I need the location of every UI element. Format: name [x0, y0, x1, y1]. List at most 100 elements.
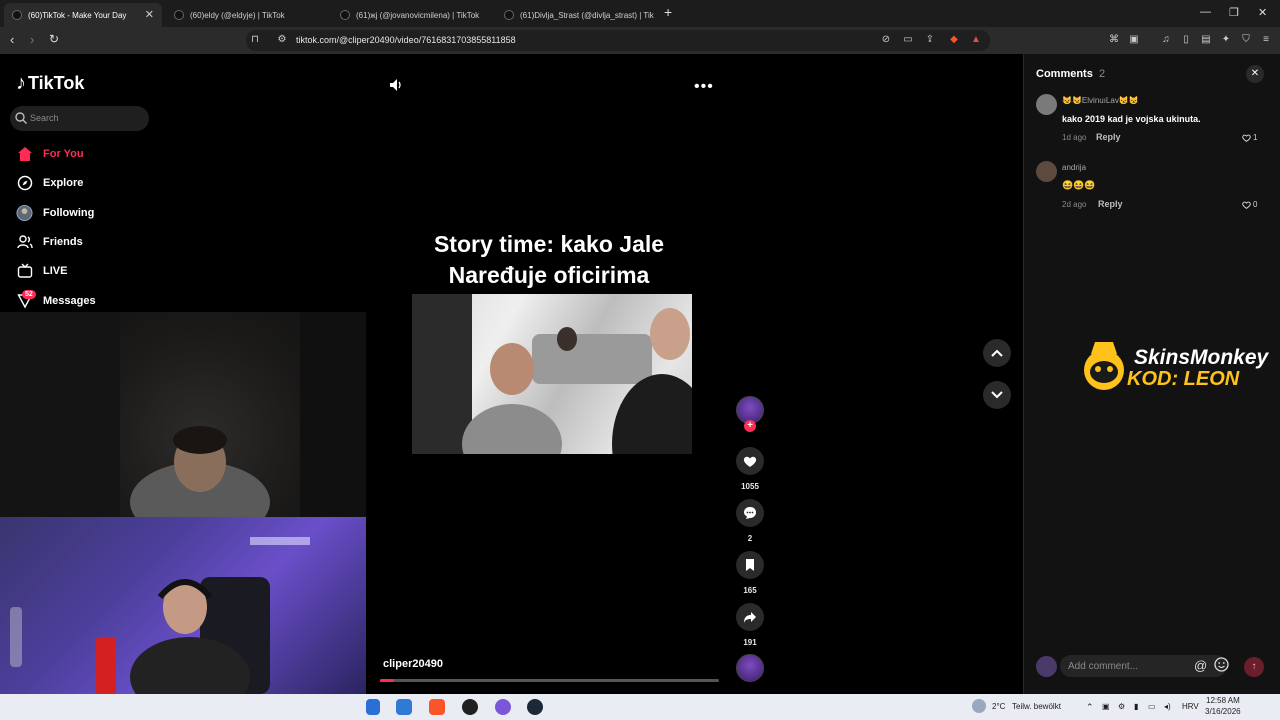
search-box[interactable]: Search: [10, 106, 149, 131]
tab-label: (61)жj (@jovanovicmilena) | TikTok: [356, 10, 480, 20]
forward-icon[interactable]: ›: [30, 32, 34, 47]
emoji-icon[interactable]: [1214, 657, 1229, 677]
reply-button[interactable]: Reply: [1098, 199, 1123, 209]
brave-icon[interactable]: [429, 699, 445, 715]
bookmark-icon[interactable]: ⊓: [249, 34, 261, 46]
sidebar-icon[interactable]: ▯: [1180, 34, 1192, 46]
heart-icon: [743, 456, 757, 467]
steam-icon[interactable]: [527, 699, 543, 715]
tiktok-favicon-icon: [174, 10, 184, 20]
obs-icon[interactable]: [462, 699, 478, 715]
like-button[interactable]: [736, 447, 764, 475]
previous-video-button[interactable]: [983, 339, 1011, 367]
tab-label: (61)Divlja_Strast (@divlja_strast) | Tik: [520, 10, 654, 20]
comment-avatar[interactable]: [1036, 161, 1057, 182]
clock-date[interactable]: 3/16/2026: [1205, 707, 1241, 716]
home-icon: [16, 146, 33, 163]
nav-live[interactable]: LIVE: [16, 262, 67, 280]
tray-app-icon[interactable]: ▣: [1102, 702, 1110, 711]
tray-chevron-icon[interactable]: ⌃: [1086, 702, 1094, 713]
reload-icon[interactable]: ↻: [49, 32, 59, 46]
brave-shield-icon[interactable]: ◆: [948, 34, 960, 46]
tab-eldy[interactable]: (60)eldy (@eldyje) | TikTok: [166, 3, 328, 27]
friends-icon: [16, 234, 33, 251]
no-tracking-icon[interactable]: ⊘: [880, 34, 892, 46]
reply-button[interactable]: Reply: [1096, 132, 1121, 142]
weather-icon[interactable]: [972, 699, 986, 713]
comment-username[interactable]: andrija: [1062, 163, 1086, 172]
close-comments-icon[interactable]: ✕: [1246, 65, 1264, 83]
menu-icon[interactable]: ≡: [1260, 34, 1272, 46]
nav-explore[interactable]: Explore: [16, 174, 83, 192]
chevron-down-icon: [991, 391, 1003, 399]
nav-for-you[interactable]: For You: [16, 145, 84, 163]
minimize-icon[interactable]: —: [1200, 6, 1211, 18]
vpn-icon[interactable]: ⛉: [1240, 34, 1252, 46]
volume-icon[interactable]: [389, 78, 403, 97]
close-window-icon[interactable]: ✕: [1258, 6, 1267, 19]
follow-plus-icon[interactable]: +: [744, 420, 756, 432]
volume-tray-icon[interactable]: ◂): [1164, 702, 1171, 711]
tiktok-favicon-icon: [504, 10, 514, 20]
nav-friends[interactable]: Friends: [16, 233, 83, 251]
back-icon[interactable]: ‹: [10, 32, 14, 47]
wallet-icon[interactable]: ▤: [1200, 34, 1212, 46]
screenshot-icon[interactable]: ▣: [1128, 34, 1140, 46]
mention-button[interactable]: @: [1194, 658, 1207, 673]
heart-outline-icon: [1242, 134, 1251, 142]
extensions-icon[interactable]: ⌘: [1108, 34, 1120, 46]
restore-icon[interactable]: ❐: [1229, 6, 1239, 19]
tray-app-icon[interactable]: ⚙: [1118, 702, 1125, 711]
comment-like[interactable]: 0: [1242, 200, 1257, 209]
comment-avatar[interactable]: [1036, 94, 1057, 115]
language-indicator[interactable]: HRV: [1182, 702, 1199, 711]
outlook-icon[interactable]: [396, 699, 412, 715]
sound-disc-avatar[interactable]: [736, 654, 764, 682]
weather-desc[interactable]: Teilw. bewölkt: [1012, 702, 1061, 711]
tiktok-favicon-icon: [340, 10, 350, 20]
video-frame[interactable]: [412, 294, 692, 454]
brave-rewards-icon[interactable]: ▲: [970, 34, 982, 46]
tiktok-logo[interactable]: ♪ TikTok: [16, 72, 84, 95]
nav-label: Following: [43, 207, 95, 219]
more-options-icon[interactable]: •••: [694, 78, 714, 96]
leo-ai-icon[interactable]: ✦: [1220, 34, 1232, 46]
caption-line-1: Story time: kako Jale: [433, 231, 665, 257]
tab-divlja-strast[interactable]: (61)Divlja_Strast (@divlja_strast) | Tik: [496, 3, 656, 27]
microphone-icon[interactable]: ▮: [1134, 702, 1138, 711]
media-icon[interactable]: ♫: [1160, 34, 1172, 46]
video-author[interactable]: cliper20490: [383, 658, 443, 670]
clock-time[interactable]: 12:58 AM: [1206, 696, 1240, 705]
url-text[interactable]: tiktok.com/@cliper20490/video/7616831703…: [296, 35, 516, 45]
comment-bubble-icon: [744, 507, 756, 519]
next-video-button[interactable]: [983, 381, 1011, 409]
comment-username[interactable]: 😼😼ElvinuıLav😼😼: [1062, 96, 1139, 105]
start-icon[interactable]: [366, 699, 380, 715]
nav-label: LIVE: [43, 265, 68, 277]
browser-toolbar: ‹ › ↻ ⊓ ⚙ tiktok.com/@cliper20490/video/…: [0, 27, 1280, 54]
like-count: 1055: [741, 482, 759, 491]
comment-button[interactable]: [736, 499, 764, 527]
comment-text: 😆😆😆: [1062, 180, 1096, 190]
tab-tiktok-home[interactable]: (60)TikTok - Make Your Day ✕: [4, 3, 162, 27]
nav-label: For You: [43, 148, 84, 160]
share-arrow-icon: [744, 611, 756, 623]
save-button[interactable]: [736, 551, 764, 579]
caption-line-2: Naređuje oficirima: [448, 262, 650, 288]
progress-fill: [380, 679, 394, 682]
comment-like[interactable]: 1: [1242, 133, 1257, 142]
video-progress-bar[interactable]: [380, 679, 719, 682]
site-settings-icon[interactable]: ⚙: [276, 34, 288, 46]
nav-label: Messages: [43, 295, 96, 307]
new-tab-icon[interactable]: +: [664, 4, 672, 20]
discord-icon[interactable]: [495, 699, 511, 715]
nav-following[interactable]: Following: [16, 204, 94, 222]
post-comment-button[interactable]: ↑: [1244, 657, 1264, 677]
close-tab-icon[interactable]: ✕: [145, 8, 154, 21]
share-button[interactable]: [736, 603, 764, 631]
weather-temp[interactable]: 2°C: [992, 702, 1005, 711]
cast-icon[interactable]: ▭: [902, 34, 914, 46]
tab-jovanovicmilena[interactable]: (61)жj (@jovanovicmilena) | TikTok: [332, 3, 494, 27]
network-icon[interactable]: ▭: [1148, 702, 1156, 711]
share-icon[interactable]: ⇪: [924, 34, 936, 46]
